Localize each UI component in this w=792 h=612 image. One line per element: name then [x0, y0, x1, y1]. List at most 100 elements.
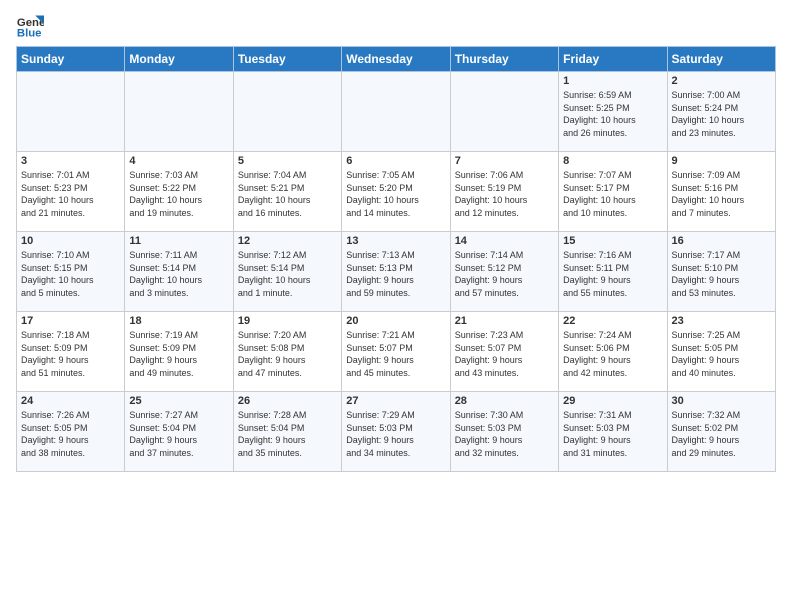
header-row: General Blue [16, 12, 776, 40]
day-info: Sunrise: 7:26 AM Sunset: 5:05 PM Dayligh… [21, 409, 120, 459]
day-info: Sunrise: 7:13 AM Sunset: 5:13 PM Dayligh… [346, 249, 445, 299]
day-number: 25 [129, 395, 228, 407]
calendar-cell: 24 Sunrise: 7:26 AM Sunset: 5:05 PM Dayli… [17, 392, 125, 472]
day-of-week-header: Friday [559, 47, 667, 72]
calendar-cell: 26 Sunrise: 7:28 AM Sunset: 5:04 PM Dayli… [233, 392, 341, 472]
day-number: 9 [672, 155, 771, 167]
calendar-cell: 14 Sunrise: 7:14 AM Sunset: 5:12 PM Dayli… [450, 232, 558, 312]
day-info: Sunrise: 7:19 AM Sunset: 5:09 PM Dayligh… [129, 329, 228, 379]
day-of-week-header: Wednesday [342, 47, 450, 72]
day-number: 28 [455, 395, 554, 407]
day-number: 20 [346, 315, 445, 327]
day-number: 24 [21, 395, 120, 407]
day-info: Sunrise: 7:06 AM Sunset: 5:19 PM Dayligh… [455, 169, 554, 219]
calendar-cell: 30 Sunrise: 7:32 AM Sunset: 5:02 PM Dayli… [667, 392, 775, 472]
day-info: Sunrise: 7:05 AM Sunset: 5:20 PM Dayligh… [346, 169, 445, 219]
calendar-cell: 17Sunrise: 7:18 AM Sunset: 5:09 PM Dayli… [17, 312, 125, 392]
day-info: Sunrise: 7:07 AM Sunset: 5:17 PM Dayligh… [563, 169, 662, 219]
calendar-week-row: 24 Sunrise: 7:26 AM Sunset: 5:05 PM Dayli… [17, 392, 776, 472]
day-info: Sunrise: 7:11 AM Sunset: 5:14 PM Dayligh… [129, 249, 228, 299]
calendar-cell: 9 Sunrise: 7:09 AM Sunset: 5:16 PM Daylig… [667, 152, 775, 232]
calendar-table: SundayMondayTuesdayWednesdayThursdayFrid… [16, 46, 776, 472]
day-number: 26 [238, 395, 337, 407]
day-info: Sunrise: 7:21 AM Sunset: 5:07 PM Dayligh… [346, 329, 445, 379]
day-info: Sunrise: 7:12 AM Sunset: 5:14 PM Dayligh… [238, 249, 337, 299]
day-of-week-header: Monday [125, 47, 233, 72]
calendar-cell: 25Sunrise: 7:27 AM Sunset: 5:04 PM Dayli… [125, 392, 233, 472]
calendar-cell: 20 Sunrise: 7:21 AM Sunset: 5:07 PM Dayli… [342, 312, 450, 392]
calendar-cell: 10 Sunrise: 7:10 AM Sunset: 5:15 PM Dayli… [17, 232, 125, 312]
calendar-cell: 13 Sunrise: 7:13 AM Sunset: 5:13 PM Dayli… [342, 232, 450, 312]
day-number: 1 [563, 75, 662, 87]
calendar-cell: 23Sunrise: 7:25 AM Sunset: 5:05 PM Dayli… [667, 312, 775, 392]
calendar-header-row: SundayMondayTuesdayWednesdayThursdayFrid… [17, 47, 776, 72]
calendar-cell: 27 Sunrise: 7:29 AM Sunset: 5:03 PM Dayli… [342, 392, 450, 472]
day-number: 2 [672, 75, 771, 87]
calendar-cell: 12 Sunrise: 7:12 AM Sunset: 5:14 PM Dayli… [233, 232, 341, 312]
calendar-cell [233, 72, 341, 152]
calendar-cell: 8 Sunrise: 7:07 AM Sunset: 5:17 PM Daylig… [559, 152, 667, 232]
calendar-cell: 18 Sunrise: 7:19 AM Sunset: 5:09 PM Dayli… [125, 312, 233, 392]
day-number: 6 [346, 155, 445, 167]
day-info: Sunrise: 7:10 AM Sunset: 5:15 PM Dayligh… [21, 249, 120, 299]
day-number: 29 [563, 395, 662, 407]
day-info: Sunrise: 7:16 AM Sunset: 5:11 PM Dayligh… [563, 249, 662, 299]
calendar-cell: 5 Sunrise: 7:04 AM Sunset: 5:21 PM Daylig… [233, 152, 341, 232]
day-number: 4 [129, 155, 228, 167]
day-number: 10 [21, 235, 120, 247]
day-info: Sunrise: 7:28 AM Sunset: 5:04 PM Dayligh… [238, 409, 337, 459]
day-info: Sunrise: 6:59 AM Sunset: 5:25 PM Dayligh… [563, 89, 662, 139]
day-number: 13 [346, 235, 445, 247]
calendar-cell: 11 Sunrise: 7:11 AM Sunset: 5:14 PM Dayli… [125, 232, 233, 312]
day-info: Sunrise: 7:14 AM Sunset: 5:12 PM Dayligh… [455, 249, 554, 299]
day-of-week-header: Tuesday [233, 47, 341, 72]
logo-icon: General Blue [16, 12, 44, 40]
day-number: 3 [21, 155, 120, 167]
day-info: Sunrise: 7:03 AM Sunset: 5:22 PM Dayligh… [129, 169, 228, 219]
day-of-week-header: Sunday [17, 47, 125, 72]
day-number: 12 [238, 235, 337, 247]
calendar-cell: 21Sunrise: 7:23 AM Sunset: 5:07 PM Dayli… [450, 312, 558, 392]
calendar-week-row: 3 Sunrise: 7:01 AM Sunset: 5:23 PM Daylig… [17, 152, 776, 232]
day-info: Sunrise: 7:25 AM Sunset: 5:05 PM Dayligh… [672, 329, 771, 379]
day-number: 7 [455, 155, 554, 167]
day-info: Sunrise: 7:30 AM Sunset: 5:03 PM Dayligh… [455, 409, 554, 459]
day-number: 11 [129, 235, 228, 247]
day-info: Sunrise: 7:32 AM Sunset: 5:02 PM Dayligh… [672, 409, 771, 459]
day-info: Sunrise: 7:09 AM Sunset: 5:16 PM Dayligh… [672, 169, 771, 219]
day-number: 27 [346, 395, 445, 407]
calendar-cell: 28 Sunrise: 7:30 AM Sunset: 5:03 PM Dayli… [450, 392, 558, 472]
day-number: 8 [563, 155, 662, 167]
calendar-cell: 16 Sunrise: 7:17 AM Sunset: 5:10 PM Dayli… [667, 232, 775, 312]
calendar-cell [342, 72, 450, 152]
day-info: Sunrise: 7:20 AM Sunset: 5:08 PM Dayligh… [238, 329, 337, 379]
day-info: Sunrise: 7:24 AM Sunset: 5:06 PM Dayligh… [563, 329, 662, 379]
day-info: Sunrise: 7:18 AM Sunset: 5:09 PM Dayligh… [21, 329, 120, 379]
calendar-week-row: 1 Sunrise: 6:59 AM Sunset: 5:25 PM Daylig… [17, 72, 776, 152]
day-number: 14 [455, 235, 554, 247]
calendar-cell: 7 Sunrise: 7:06 AM Sunset: 5:19 PM Daylig… [450, 152, 558, 232]
calendar-week-row: 17Sunrise: 7:18 AM Sunset: 5:09 PM Dayli… [17, 312, 776, 392]
day-number: 15 [563, 235, 662, 247]
day-of-week-header: Saturday [667, 47, 775, 72]
day-info: Sunrise: 7:17 AM Sunset: 5:10 PM Dayligh… [672, 249, 771, 299]
day-number: 18 [129, 315, 228, 327]
day-info: Sunrise: 7:04 AM Sunset: 5:21 PM Dayligh… [238, 169, 337, 219]
calendar-cell: 2Sunrise: 7:00 AM Sunset: 5:24 PM Daylig… [667, 72, 775, 152]
day-number: 16 [672, 235, 771, 247]
day-info: Sunrise: 7:29 AM Sunset: 5:03 PM Dayligh… [346, 409, 445, 459]
day-info: Sunrise: 7:31 AM Sunset: 5:03 PM Dayligh… [563, 409, 662, 459]
calendar-cell: 15 Sunrise: 7:16 AM Sunset: 5:11 PM Dayli… [559, 232, 667, 312]
day-number: 22 [563, 315, 662, 327]
calendar-cell [450, 72, 558, 152]
day-number: 5 [238, 155, 337, 167]
calendar-cell: 22 Sunrise: 7:24 AM Sunset: 5:06 PM Dayli… [559, 312, 667, 392]
day-number: 21 [455, 315, 554, 327]
day-info: Sunrise: 7:01 AM Sunset: 5:23 PM Dayligh… [21, 169, 120, 219]
calendar-cell: 19Sunrise: 7:20 AM Sunset: 5:08 PM Dayli… [233, 312, 341, 392]
calendar-cell: 6 Sunrise: 7:05 AM Sunset: 5:20 PM Daylig… [342, 152, 450, 232]
day-number: 30 [672, 395, 771, 407]
calendar-cell: 3 Sunrise: 7:01 AM Sunset: 5:23 PM Daylig… [17, 152, 125, 232]
day-of-week-header: Thursday [450, 47, 558, 72]
calendar-cell [125, 72, 233, 152]
